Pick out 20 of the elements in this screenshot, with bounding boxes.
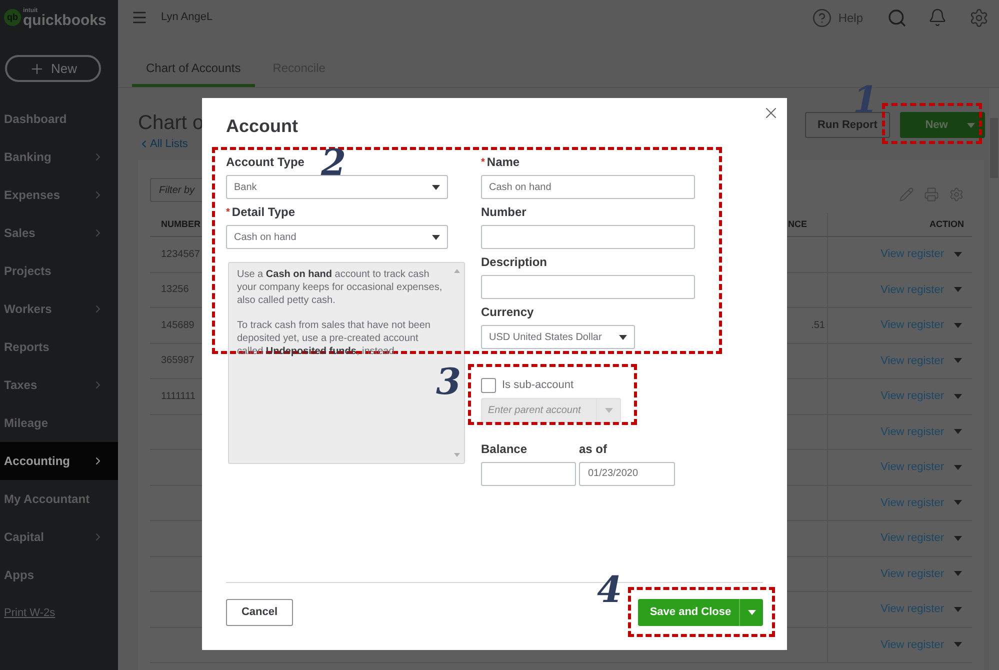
dialog-title: Account [226, 115, 298, 137]
field-label: Detail Type [232, 204, 296, 221]
column-header: NUMBER [160, 218, 202, 231]
logo-text: quickbooks [23, 12, 106, 28]
field-label: as of [579, 440, 608, 458]
column-header: NCE [788, 218, 807, 231]
required-mark: * [226, 206, 230, 220]
field-label: Description [481, 254, 548, 271]
field-label: Name [486, 154, 520, 171]
field-label: Number [481, 204, 526, 221]
annotation-number: 3 [436, 362, 462, 402]
company-name: Lyn AngeL [161, 10, 213, 26]
field-label: Account Type [226, 154, 304, 171]
checkbox-label: Is sub-account [502, 378, 574, 393]
help-paragraph: Use a Cash on hand account to track cash your company keeps for occasional expenses, also called petty cash. [237, 268, 444, 307]
required-mark: * [481, 156, 485, 170]
field-label: Balance [481, 440, 528, 458]
column-header: ACTION [928, 218, 965, 231]
field-label: Currency [481, 304, 534, 321]
annotation-number: 4 [597, 570, 622, 610]
